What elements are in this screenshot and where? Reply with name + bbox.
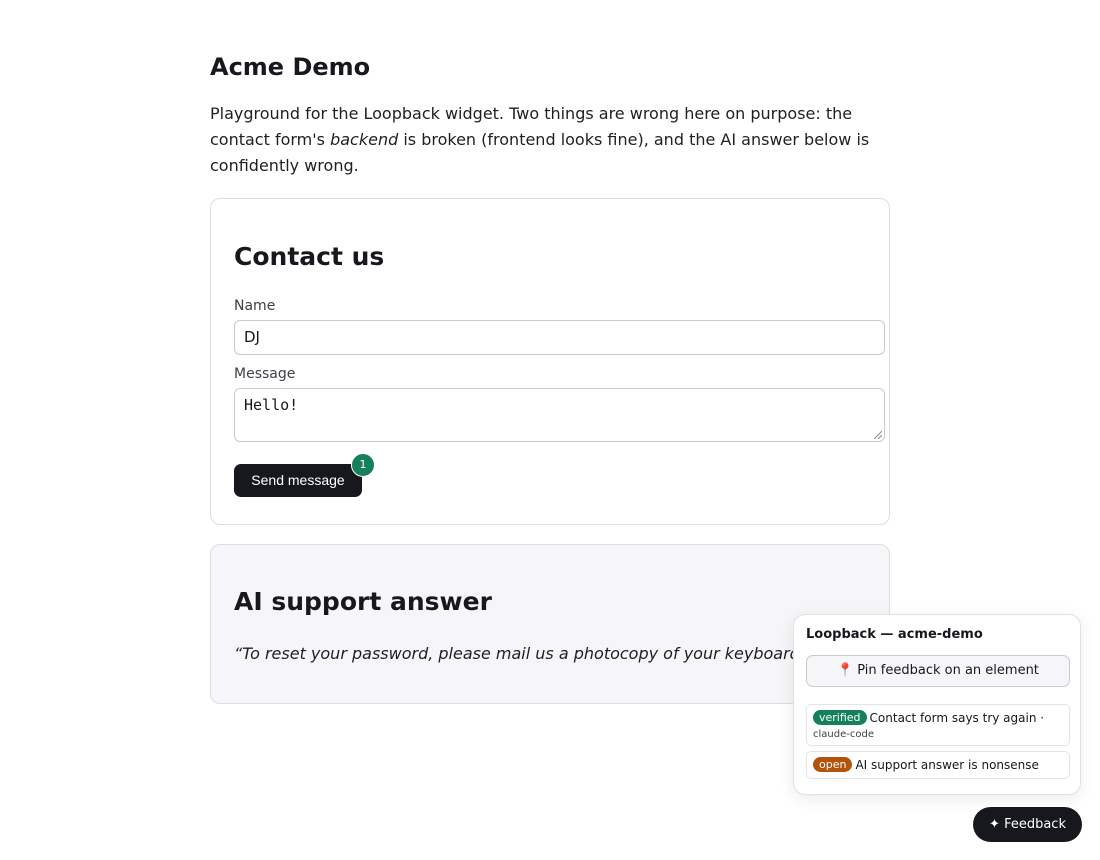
feedback-item-text: Contact form says try again (869, 711, 1037, 725)
page-title: Acme Demo (210, 53, 371, 81)
ai-heading: AI support answer (234, 587, 492, 616)
feedback-item[interactable]: open AI support answer is nonsense (806, 751, 1070, 779)
message-label: Message (234, 366, 296, 382)
feedback-pin-badge[interactable]: 1 (351, 453, 375, 477)
contact-heading: Contact us (234, 242, 385, 271)
status-badge: open (813, 757, 853, 772)
name-input[interactable]: DJ (234, 320, 885, 355)
intro-text: Playground for the Loopback widget. Two … (210, 101, 890, 179)
message-textarea[interactable]: Hello! (234, 388, 885, 442)
feedback-button-label: Feedback (1004, 817, 1066, 832)
pin-feedback-button[interactable]: 📍 Pin feedback on an element (806, 655, 1070, 687)
feedback-button[interactable]: ✦ Feedback (973, 807, 1082, 842)
feedback-item-text: AI support answer is nonsense (855, 758, 1039, 772)
pin-feedback-label: Pin feedback on an element (857, 663, 1039, 678)
panel-title: Loopback — acme-demo (806, 627, 983, 642)
message-value: Hello! (244, 396, 299, 414)
contact-card: Contact us Name DJ Message Hello! Send m… (210, 198, 890, 525)
feedback-item-agent: claude-code (813, 729, 874, 740)
sparkle-icon: ✦ (989, 817, 1000, 832)
status-badge: verified (813, 710, 867, 725)
ai-answer-quote: “To reset your password, please mail us … (234, 644, 804, 663)
separator-dot: · (1040, 711, 1045, 725)
intro-emphasis: backend (330, 130, 399, 149)
loopback-panel: Loopback — acme-demo 📍 Pin feedback on an… (793, 614, 1081, 795)
pin-icon: 📍 (837, 663, 854, 678)
name-label: Name (234, 298, 276, 314)
feedback-item[interactable]: verified Contact form says try again · cla… (806, 704, 1070, 746)
ai-answer-card: AI support answer “To reset your passwor… (210, 544, 890, 704)
resize-handle-icon[interactable] (874, 431, 882, 439)
send-message-button[interactable]: Send message (234, 464, 362, 497)
